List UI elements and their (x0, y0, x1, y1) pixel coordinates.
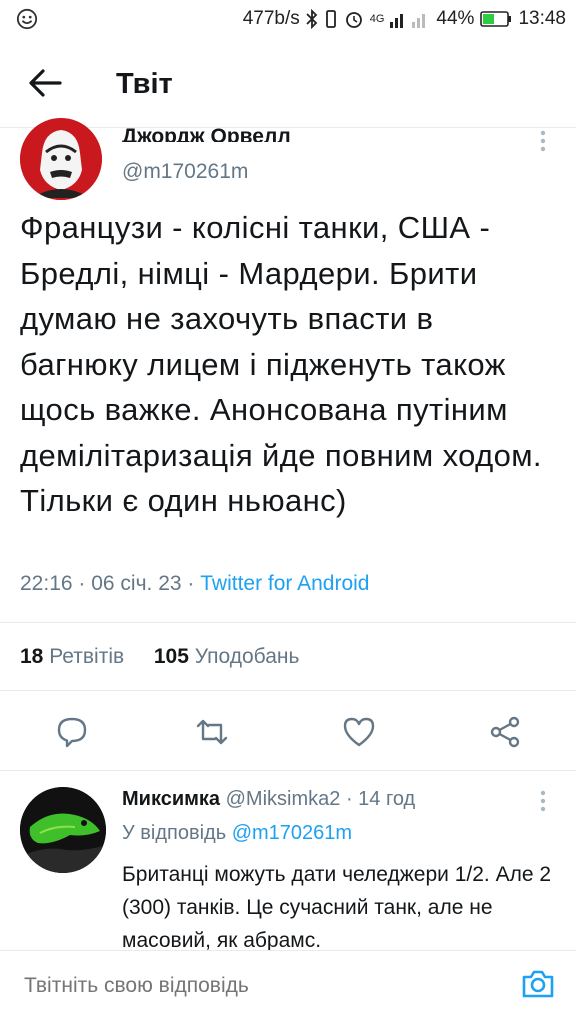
avatar-face-icon (20, 118, 102, 200)
more-vertical-icon[interactable] (540, 790, 546, 812)
tweet-time: 22:16 (20, 572, 73, 595)
reply-author-handle[interactable]: @Miksimka2 (226, 788, 341, 810)
likes-count: 105 (153, 645, 189, 668)
smiley-icon (16, 8, 38, 30)
retweets-stat[interactable]: 18 Ретвітів (20, 645, 124, 668)
reply-age: 14 год (358, 788, 416, 810)
clock: 13:48 (518, 8, 566, 29)
share-icon[interactable] (488, 715, 522, 749)
network-type: 4G (369, 13, 385, 25)
reply-header: Миксимка @Miksimka2 · 14 год (122, 788, 415, 811)
likes-stat[interactable]: 105 Уподобань (154, 645, 300, 668)
meta-divider (0, 622, 576, 623)
page-title: Твіт (116, 68, 173, 100)
battery-percent: 44% (436, 8, 475, 29)
reply-composer (0, 950, 576, 1025)
network-speed: 477b/s (242, 8, 300, 29)
signal-icon (390, 14, 426, 28)
back-arrow-icon[interactable] (28, 68, 62, 98)
actions-divider (0, 770, 576, 771)
replying-to-handle[interactable]: @m170261m (232, 822, 352, 844)
tweet-actions (0, 705, 576, 755)
author-avatar[interactable] (20, 118, 102, 200)
meta-separator: · (187, 572, 201, 595)
meta-separator: · (78, 572, 92, 595)
like-icon[interactable] (342, 715, 376, 749)
tweet-meta: 22:16 · 06 січ. 23 · Twitter for Android (20, 572, 369, 596)
reply-author-name[interactable]: Миксимка (122, 788, 220, 810)
reply-avatar[interactable] (20, 787, 106, 873)
meta-separator: · (345, 788, 359, 810)
author-name[interactable]: Джордж Орвелл (122, 120, 291, 142)
reply-icon[interactable] (55, 715, 89, 749)
tweet-text: Французи - колісні танки, США - Бредлі, … (20, 210, 542, 518)
status-bar: 477b/s 4G 44% 13:48 (0, 0, 576, 38)
replying-to-label: У відповідь (122, 822, 227, 844)
reply-text: Британці можуть дати челеджери 1/2. Але … (122, 863, 552, 950)
likes-label: Уподобань (194, 645, 300, 668)
battery-icon (480, 11, 512, 27)
stats-divider (0, 690, 576, 691)
camera-icon[interactable] (520, 966, 556, 1002)
tweet-source-link[interactable]: Twitter for Android (200, 572, 369, 595)
retweet-icon[interactable] (195, 715, 229, 749)
tweet-stats: 18 Ретвітів 105 Уподобань (20, 645, 299, 669)
bluetooth-icon (306, 9, 318, 29)
alarm-icon (345, 12, 362, 28)
top-app-bar: Твіт (0, 38, 576, 128)
retweets-label: Ретвітів (49, 645, 125, 668)
retweets-count: 18 (20, 645, 44, 668)
author-handle[interactable]: @m170261m (122, 160, 248, 184)
replying-to: У відповідь @m170261m (122, 822, 352, 845)
lizard-avatar-icon (20, 787, 106, 873)
more-vertical-icon[interactable] (540, 130, 546, 152)
vibrate-icon (325, 10, 336, 28)
reply-input[interactable] (22, 973, 486, 999)
tweet-date: 06 січ. 23 (91, 572, 182, 595)
